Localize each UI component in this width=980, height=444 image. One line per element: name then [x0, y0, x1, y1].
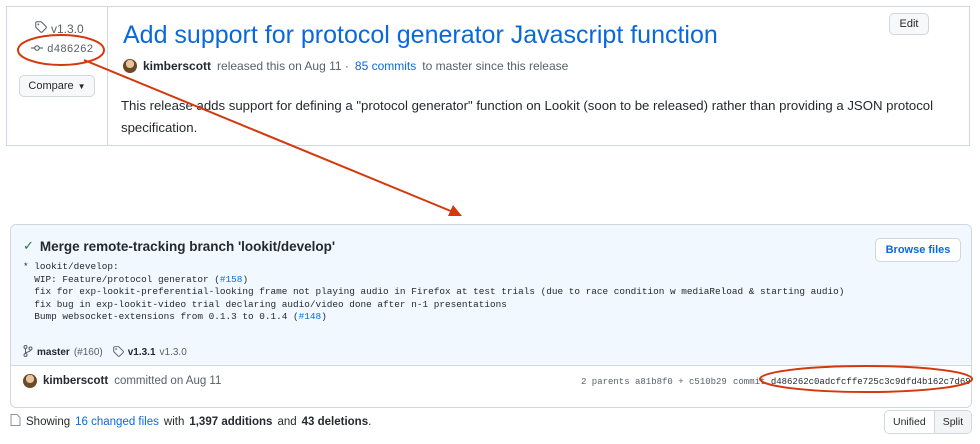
commit-message-line: * lookit/develop: — [23, 261, 119, 272]
release-tag-label: v1.3.0 — [51, 21, 84, 36]
diff-showing-text: Showing — [26, 415, 71, 428]
commit-author-link[interactable]: kimberscott — [43, 375, 108, 387]
tag-current-link[interactable]: v1.3.1 — [128, 347, 156, 358]
issue-link-158[interactable]: #158 — [220, 274, 243, 285]
diff-summary: Showing 16 changed files with 1,397 addi… — [10, 414, 371, 429]
release-sidebar: v1.3.0 d486262 Compare ▼ — [7, 7, 108, 145]
annotation-arrow-head — [448, 205, 462, 216]
commit-author: kimberscott committed on Aug 11 — [23, 374, 221, 388]
branch-icon — [23, 345, 33, 360]
commits-count-link[interactable]: 85 commits — [355, 59, 416, 73]
release-title[interactable]: Add support for protocol generator Javas… — [123, 21, 718, 50]
check-icon: ✓ — [23, 238, 34, 253]
file-diff-icon — [10, 414, 21, 429]
diff-with-text: with — [163, 415, 185, 428]
commit-sha: commit d486262c0adcfcffe725c3c9dfd4b162c… — [733, 377, 971, 387]
edit-button[interactable]: Edit — [889, 13, 929, 35]
commit-panel: ✓ Merge remote-tracking branch 'lookit/d… — [10, 224, 973, 438]
release-meta: kimberscott released this on Aug 11 · 85… — [123, 59, 568, 73]
commit-icon — [31, 43, 43, 57]
commit-title-text: Merge remote-tracking branch 'lookit/dev… — [39, 238, 336, 254]
commit-parents[interactable]: 2 parents a81b8f0 + c510b29 — [581, 377, 727, 387]
avatar[interactable] — [23, 374, 37, 388]
commit-header: ✓ Merge remote-tracking branch 'lookit/d… — [11, 225, 971, 366]
release-panel: v1.3.0 d486262 Compare ▼ Add support for… — [6, 6, 970, 146]
tag-icon — [35, 21, 47, 36]
issue-link-148[interactable]: #148 — [299, 311, 322, 322]
diff-period: . — [368, 415, 372, 428]
changed-files-link[interactable]: 16 changed files — [75, 416, 159, 428]
compare-button[interactable]: Compare ▼ — [19, 75, 95, 97]
release-body: This release adds support for defining a… — [121, 98, 934, 135]
commit-title: ✓ Merge remote-tracking branch 'lookit/d… — [23, 238, 335, 254]
tag-prev-link[interactable]: v1.3.0 — [160, 347, 187, 358]
unified-view-button[interactable]: Unified — [885, 411, 935, 433]
branch-pr-link[interactable]: (#160) — [74, 347, 103, 358]
commit-message-line: WIP: Feature/protocol generator ( — [23, 273, 220, 285]
browse-files-button[interactable]: Browse files — [875, 238, 961, 262]
commit-refs: master (#160) v1.3.1 v1.3.0 — [23, 345, 187, 360]
commit-sha-value[interactable]: d486262c0adcfcffe725c3c9dfd4b162c7d69d2a — [771, 377, 971, 387]
release-commit-link[interactable]: d486262 — [31, 43, 93, 57]
commits-suffix-text: to master since this release — [422, 59, 569, 73]
release-tag-link[interactable]: v1.3.0 — [35, 21, 84, 36]
committed-date-text: committed on Aug 11 — [114, 375, 222, 387]
diff-deletions: 43 deletions — [301, 415, 369, 428]
commit-message-line: fix bug in exp-lookit-video trial declar… — [23, 298, 507, 310]
commit-box: ✓ Merge remote-tracking branch 'lookit/d… — [10, 224, 972, 408]
tag-icon — [112, 345, 124, 360]
branch-link[interactable]: master — [37, 347, 70, 358]
diff-additions: 1,397 additions — [189, 415, 273, 428]
caret-down-icon: ▼ — [77, 81, 86, 91]
release-author-link[interactable]: kimberscott — [143, 59, 211, 73]
commit-message: * lookit/develop: WIP: Feature/protocol … — [23, 261, 845, 323]
avatar[interactable] — [123, 59, 137, 73]
compare-button-label: Compare — [28, 80, 74, 92]
release-commit-sha: d486262 — [47, 44, 94, 56]
commit-message-line: Bump websocket-extensions from 0.1.3 to … — [23, 311, 299, 323]
diff-view-toggle: Unified Split — [884, 410, 973, 434]
commit-message-line: fix for exp-lookit-preferential-looking … — [23, 286, 845, 298]
commit-sha-label: commit — [733, 377, 766, 387]
split-view-button[interactable]: Split — [934, 411, 972, 433]
release-date-text: released this on Aug 11 · — [217, 59, 349, 73]
diff-and-text: and — [277, 415, 297, 428]
commit-footer: kimberscott committed on Aug 11 2 parent… — [11, 366, 971, 407]
